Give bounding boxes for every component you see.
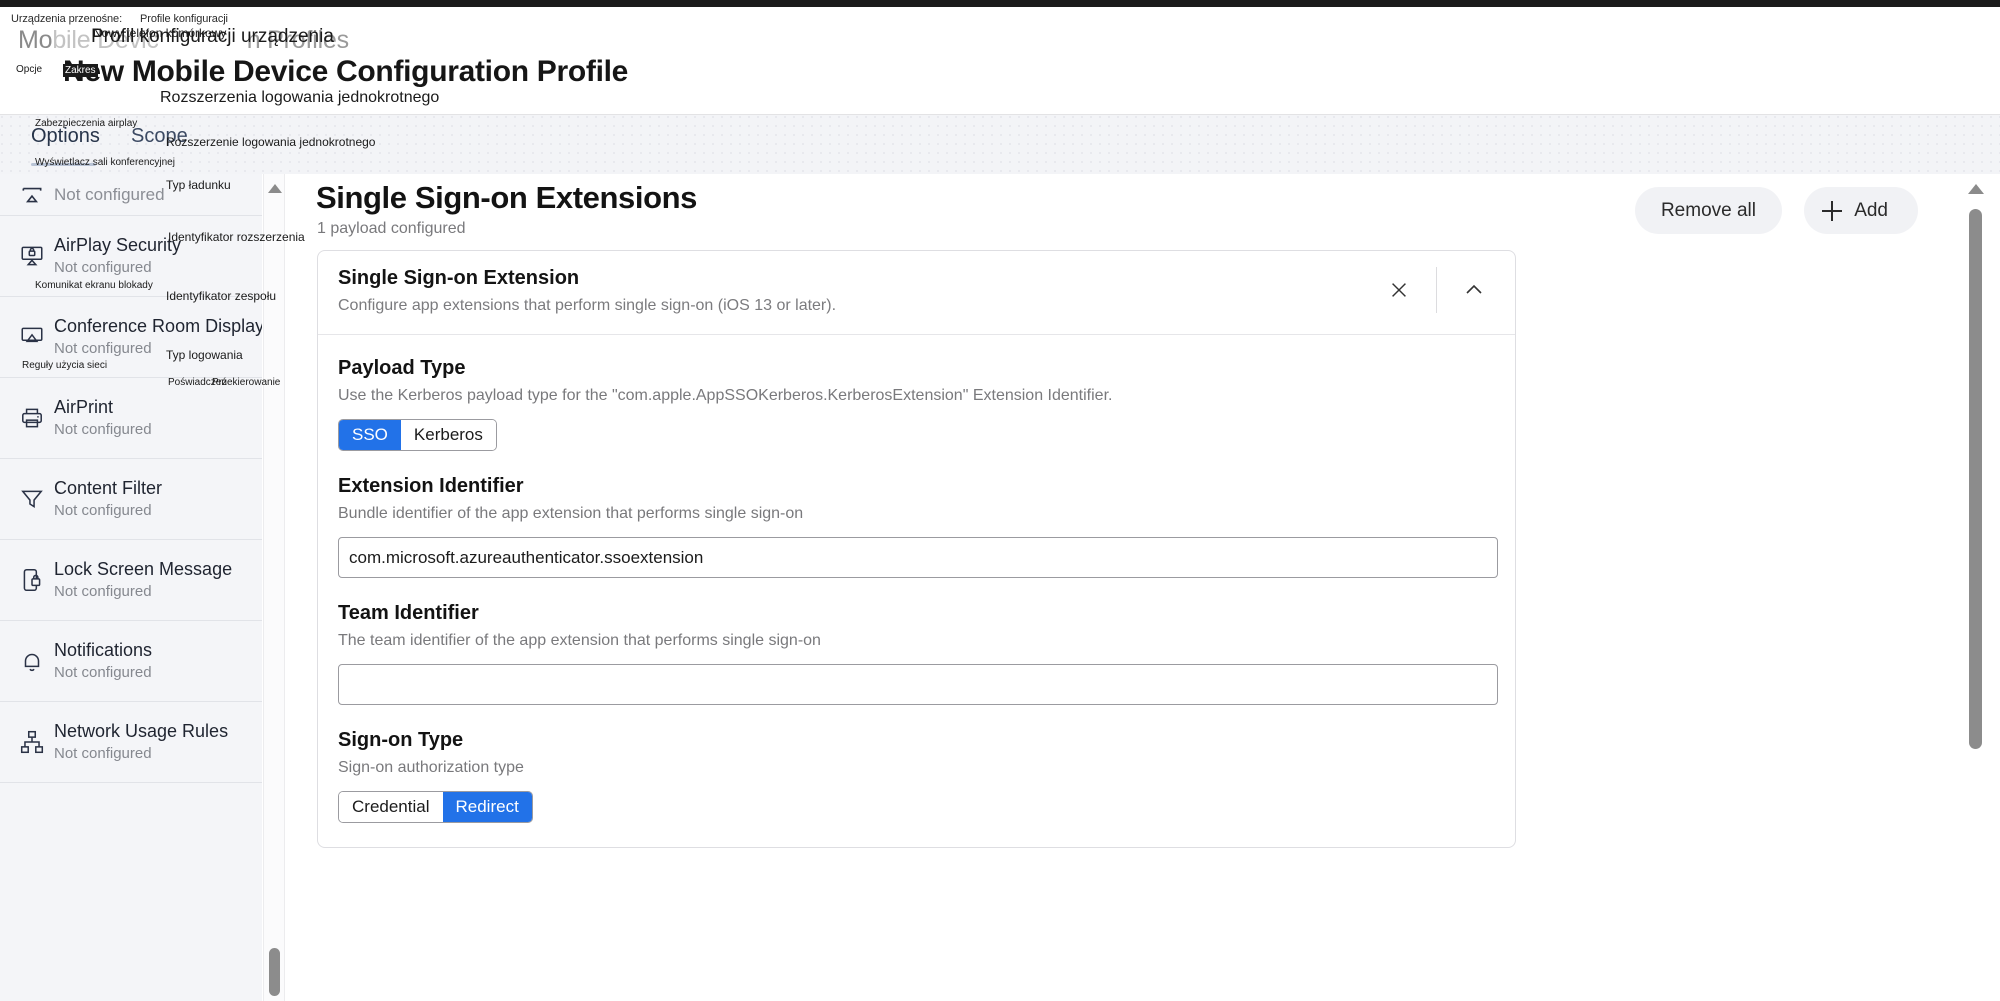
add-button-label: Add (1854, 199, 1888, 221)
tab-options[interactable]: Options (31, 125, 100, 148)
app-name: Mobile Devic n Profiles (18, 26, 349, 55)
payload-count: 1 payload configured (317, 220, 466, 237)
payload-card-body: Payload Type Use the Kerberos payload ty… (318, 335, 1515, 823)
scroll-up-arrow-icon[interactable] (268, 184, 282, 193)
payload-card-title: Single Sign-on Extension (338, 267, 580, 289)
payload-card-header: Single Sign-on Extension Configure app e… (318, 251, 1515, 335)
network-usage-rules-icon (10, 729, 54, 755)
sidebar-item-airplay-security-subtitle: Not configured (54, 259, 152, 276)
payload-type-option-sso[interactable]: SSO (339, 420, 401, 450)
sidebar-item-network-usage-rules[interactable]: Network Usage Rules Not configured (0, 702, 262, 783)
overlay-sso-extensions: Rozszerzenia logowania jednokrotnego (160, 89, 440, 106)
content-scrollbar-thumb[interactable] (1969, 209, 1982, 749)
sidebar-item-airplay-security[interactable]: AirPlay Security Not configured (0, 216, 262, 297)
overlay-options: Opcje (16, 64, 43, 75)
action-divider (1436, 267, 1437, 313)
sign-on-type-desc: Sign-on authorization type (338, 759, 524, 776)
extension-identifier-desc: Bundle identifier of the app extension t… (338, 505, 804, 522)
sidebar-item-lock-screen-message[interactable]: Lock Screen Message Not configured (0, 540, 262, 621)
chevron-up-icon[interactable] (1451, 267, 1497, 313)
app-window: Urządzenia przenośne: Profile konfiguracj… (0, 0, 2000, 1001)
breadcrumb-item-devices[interactable]: Urządzenia przenośne: (11, 13, 122, 25)
payload-type-label: Payload Type (338, 357, 466, 379)
field-payload-type: Payload Type Use the Kerberos payload ty… (338, 357, 1495, 451)
field-extension-identifier: Extension Identifier Bundle identifier o… (338, 475, 1498, 578)
sidebar-item-airplay-security-title: AirPlay Security (54, 235, 182, 255)
sidebar-item-notifications-subtitle: Not configured (54, 664, 152, 681)
sidebar-item-content-filter-subtitle: Not configured (54, 502, 152, 519)
team-identifier-input[interactable] (338, 664, 1498, 705)
app-name-lead: Mo (18, 26, 53, 54)
sidebar-item-conference-room-display[interactable]: Conference Room Display Not configured (0, 297, 262, 378)
content-title: Single Sign-on Extensions (316, 180, 697, 215)
airplay-security-icon (10, 243, 54, 269)
sign-on-type-option-redirect[interactable]: Redirect (442, 792, 532, 822)
sidebar-item-airprint-subtitle: Not configured (54, 421, 152, 438)
payload-card-subtitle: Configure app extensions that perform si… (338, 297, 837, 314)
breadcrumb-item-profiles[interactable]: Profile konfiguracji (140, 13, 228, 25)
sidebar[interactable]: Not configured AirPlay Security Not conf… (0, 174, 262, 1001)
payload-type-option-kerberos[interactable]: Kerberos (400, 420, 496, 450)
tabstrip: Options Scope (0, 115, 2000, 174)
conference-room-display-icon (10, 324, 54, 350)
sidebar-item-conference-room-display-title: Conference Room Display (54, 316, 262, 336)
sidebar-item-lock-screen-message-subtitle: Not configured (54, 583, 152, 600)
payload-type-segmented-control[interactable]: SSO Kerberos (338, 419, 497, 451)
sign-on-type-option-credential[interactable]: Credential (339, 792, 443, 822)
sidebar-item-airplay-subtitle: Not configured (54, 184, 165, 204)
sidebar-item-network-usage-rules-title: Network Usage Rules (54, 721, 229, 741)
sign-on-type-segmented-control[interactable]: Credential Redirect (338, 791, 533, 823)
plus-icon (1822, 200, 1843, 221)
sidebar-item-lock-screen-message-title: Lock Screen Message (54, 559, 233, 579)
payload-type-desc: Use the Kerberos payload type for the "c… (338, 387, 1113, 404)
app-name-faded: bile Devic (52, 26, 159, 54)
extension-identifier-input[interactable] (338, 537, 1498, 578)
sidebar-item-content-filter[interactable]: Content Filter Not configured (0, 459, 262, 540)
lock-screen-message-icon (10, 567, 54, 593)
sidebar-item-airprint[interactable]: AirPrint Not configured (0, 378, 262, 459)
sidebar-item-airprint-title: AirPrint (54, 397, 114, 417)
sidebar-scrollbar-thumb[interactable] (269, 948, 280, 996)
sidebar-scrollbar[interactable] (263, 174, 285, 1001)
remove-all-button[interactable]: Remove all (1634, 187, 1782, 234)
tab-scope[interactable]: Scope (131, 125, 188, 148)
window-top-strip (0, 0, 2000, 7)
airprint-icon (10, 405, 54, 431)
add-button[interactable]: Add (1804, 187, 1918, 234)
payload-card: Single Sign-on Extension Configure app e… (317, 250, 1516, 848)
content-filter-icon (10, 486, 54, 512)
sidebar-item-airplay[interactable]: Not configured (0, 174, 262, 216)
app-name-tail: n Profiles (246, 26, 349, 54)
sign-on-type-label: Sign-on Type (338, 729, 464, 751)
field-sign-on-type: Sign-on Type Sign-on authorization type … (338, 729, 1495, 823)
sidebar-item-network-usage-rules-subtitle: Not configured (54, 745, 152, 762)
team-identifier-label: Team Identifier (338, 602, 479, 624)
header-row: Mobile Devic n Profiles (0, 26, 2000, 55)
page-title: New Mobile Device Configuration Profile (63, 55, 629, 88)
extension-identifier-label: Extension Identifier (338, 475, 524, 497)
breadcrumb: Urządzenia przenośne: Profile konfiguracj… (11, 13, 228, 25)
content-scrollbar[interactable] (1950, 174, 2000, 1001)
tab-options-underline (31, 163, 96, 166)
sidebar-item-conference-room-display-subtitle: Not configured (54, 340, 152, 357)
notifications-icon (10, 648, 54, 674)
sidebar-item-notifications-title: Notifications (54, 640, 153, 660)
sidebar-item-content-filter-title: Content Filter (54, 478, 163, 498)
payload-card-actions (1376, 267, 1497, 313)
field-team-identifier: Team Identifier The team identifier of t… (338, 602, 1498, 705)
airplay-icon (10, 182, 54, 208)
sidebar-item-notifications[interactable]: Notifications Not configured (0, 621, 262, 702)
team-identifier-desc: The team identifier of the app extension… (338, 632, 821, 649)
main-content: Single Sign-on Extensions 1 payload conf… (286, 174, 1950, 1001)
close-icon[interactable] (1376, 267, 1422, 313)
content-scroll-up-arrow-icon[interactable] (1968, 184, 1984, 194)
